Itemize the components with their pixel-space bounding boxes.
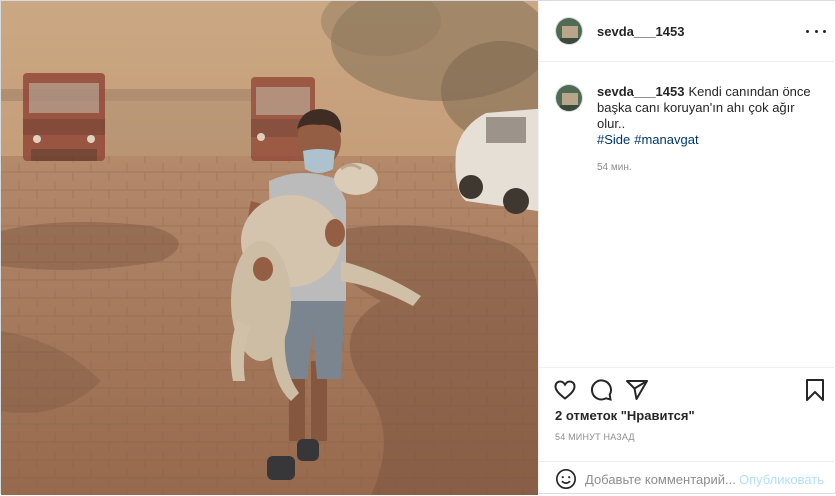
actions-section: 2 отметок "Нравится" 54 МИНУТ НАЗАД Опуб… — [539, 367, 836, 495]
more-icon-dot — [814, 29, 818, 33]
avatar-image — [556, 85, 582, 111]
comment-input[interactable] — [585, 471, 735, 487]
more-icon[interactable] — [806, 23, 826, 39]
publish-button[interactable]: Опубликовать — [739, 472, 824, 487]
action-icons — [553, 378, 828, 402]
caption-body: sevda___1453 Kendi canından önce başka ca… — [597, 84, 825, 176]
hashtags: #Side #manavgat — [597, 132, 825, 148]
likes-count[interactable]: 2 отметок "Нравится" — [555, 408, 695, 423]
post-photo-image — [1, 1, 538, 495]
caption-username[interactable]: sevda___1453 — [597, 84, 684, 99]
avatar[interactable] — [555, 84, 583, 112]
comment-icon[interactable] — [589, 378, 613, 402]
comment-age: 54 мин. — [597, 162, 632, 173]
caption-comment: sevda___1453 Kendi canından önce başka ca… — [555, 84, 825, 176]
more-icon-dot — [823, 29, 826, 33]
post-sidebar: sevda___1453 sevda___1453 Kendi canından … — [538, 1, 836, 495]
add-comment-form: Опубликовать — [539, 461, 836, 496]
bookmark-icon[interactable] — [803, 378, 827, 402]
hashtag-link[interactable]: #Side — [597, 132, 630, 147]
share-icon[interactable] — [625, 378, 649, 402]
heart-icon[interactable] — [553, 378, 577, 402]
username-link[interactable]: sevda___1453 — [597, 24, 684, 39]
more-icon-dot — [806, 29, 809, 33]
post-header: sevda___1453 — [539, 1, 836, 62]
hashtag-link[interactable]: #manavgat — [634, 132, 698, 147]
instagram-post: sevda___1453 sevda___1453 Kendi canından … — [0, 0, 836, 495]
post-photo[interactable] — [1, 1, 538, 495]
emoji-icon[interactable] — [555, 468, 577, 490]
avatar-image — [556, 18, 582, 44]
posted-time: 54 МИНУТ НАЗАД — [555, 432, 635, 442]
avatar[interactable] — [555, 17, 583, 45]
